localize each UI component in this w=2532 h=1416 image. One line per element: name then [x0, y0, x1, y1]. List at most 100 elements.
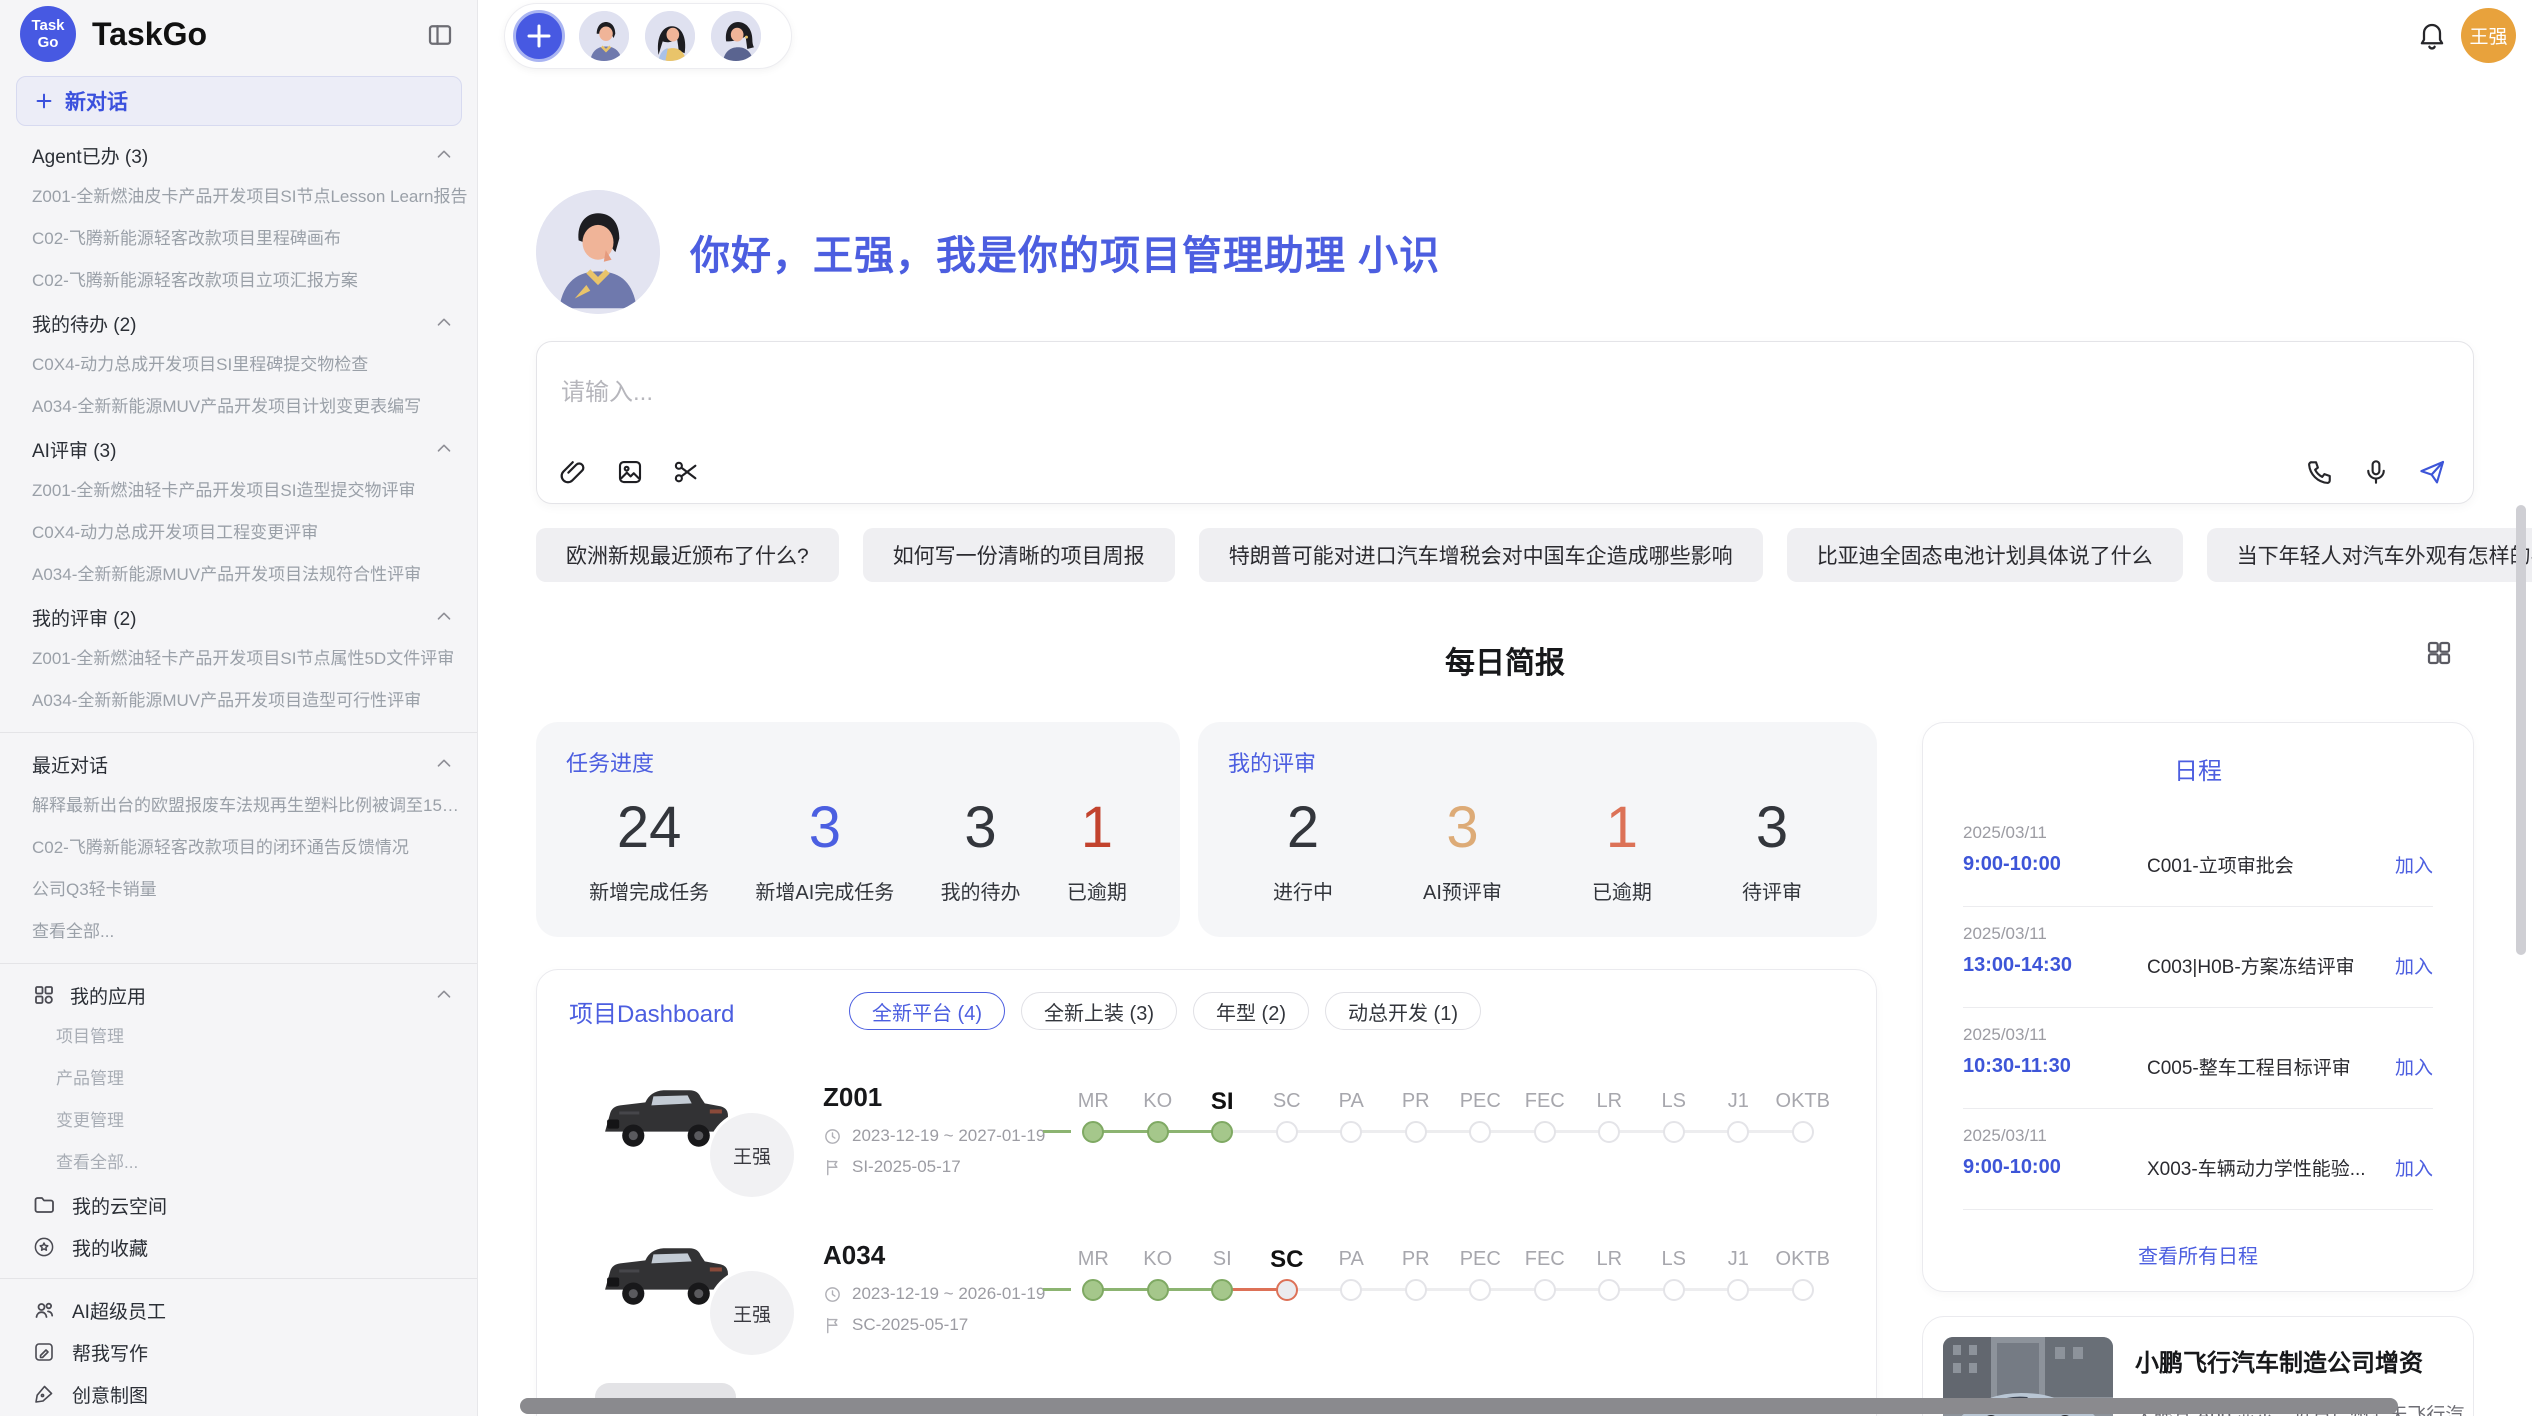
agent-avatar-3[interactable]	[709, 9, 763, 63]
dashboard-tab[interactable]: 全新上装 (3)	[1021, 992, 1177, 1030]
milestone-circle[interactable]	[1469, 1279, 1491, 1301]
milestone-circle[interactable]	[1663, 1279, 1685, 1301]
sidebar-link-star[interactable]: 我的收藏	[0, 1226, 477, 1268]
milestone-circle[interactable]	[1405, 1121, 1427, 1143]
milestone-circle[interactable]	[1534, 1279, 1556, 1301]
milestone-circle[interactable]	[1276, 1121, 1298, 1143]
milestone-circle[interactable]	[1663, 1121, 1685, 1143]
microphone-icon[interactable]	[2361, 457, 2391, 487]
milestone-circle[interactable]	[1211, 1121, 1233, 1143]
project-date-range: 2023-12-19 ~ 2026-01-19	[823, 1284, 1045, 1304]
milestone-circle[interactable]	[1598, 1279, 1620, 1301]
screenshot-icon[interactable]	[671, 457, 701, 487]
dashboard-tab[interactable]: 动总开发 (1)	[1325, 992, 1481, 1030]
event-join-link[interactable]: 加入	[2395, 1154, 2433, 1181]
send-icon[interactable]	[2417, 457, 2447, 487]
voice-call-icon[interactable]	[2305, 457, 2335, 487]
chevron-up-icon[interactable]	[433, 438, 455, 460]
attach-file-icon[interactable]	[559, 457, 589, 487]
sidebar-app-item[interactable]: 变更管理	[0, 1100, 477, 1142]
milestone-circle[interactable]	[1147, 1121, 1169, 1143]
suggestion-chip[interactable]: 当下年轻人对汽车外观有怎样的喜好趋势	[2207, 528, 2532, 582]
dashboard-tabs: 全新平台 (4) 全新上装 (3) 年型 (2) 动总开发 (1)	[849, 992, 1481, 1030]
chevron-up-icon[interactable]	[433, 753, 455, 775]
suggestion-chip[interactable]: 如何写一份清晰的项目周报	[863, 528, 1175, 582]
dashboard-tab[interactable]: 全新平台 (4)	[849, 992, 1005, 1030]
sidebar-item[interactable]: C02-飞腾新能源轻客改款项目的闭环通告反馈情况	[0, 827, 477, 869]
view-all-schedule-link[interactable]: 查看所有日程	[1923, 1240, 2473, 1269]
event-join-link[interactable]: 加入	[2395, 1053, 2433, 1080]
sidebar-tool-write[interactable]: 帮我写作	[0, 1331, 477, 1373]
sidebar-section-header[interactable]: 我的应用	[0, 974, 477, 1016]
plus-icon	[33, 90, 55, 112]
sidebar-section-header[interactable]: Agent已办 (3)	[0, 134, 477, 176]
sidebar-item[interactable]: A034-全新新能源MUV产品开发项目法规符合性评审	[0, 554, 477, 596]
chevron-up-icon[interactable]	[433, 984, 455, 1006]
add-agent-button[interactable]	[513, 10, 565, 62]
sidebar-app-item[interactable]: 查看全部...	[0, 1142, 477, 1184]
milestone-circle[interactable]	[1211, 1279, 1233, 1301]
attach-image-icon[interactable]	[615, 457, 645, 487]
milestone-circle[interactable]	[1405, 1279, 1427, 1301]
milestone-label: OKTB	[1771, 1059, 1836, 1121]
sidebar-tool-people[interactable]: AI超级员工	[0, 1289, 477, 1331]
sidebar-section-header[interactable]: 我的评审 (2)	[0, 596, 477, 638]
sidebar-item[interactable]: Z001-全新燃油轻卡产品开发项目SI节点属性5D文件评审	[0, 638, 477, 680]
milestone-circle[interactable]	[1598, 1121, 1620, 1143]
milestone-circle[interactable]	[1469, 1121, 1491, 1143]
sidebar-tool-pen[interactable]: 创意制图	[0, 1373, 477, 1415]
milestone-circle[interactable]	[1727, 1121, 1749, 1143]
event-join-link[interactable]: 加入	[2395, 851, 2433, 878]
sidebar-section-header[interactable]: 最近对话	[0, 743, 477, 785]
milestone-circle[interactable]	[1792, 1279, 1814, 1301]
chevron-up-icon[interactable]	[433, 144, 455, 166]
milestone-label: PR	[1384, 1217, 1449, 1279]
milestone-circle[interactable]	[1082, 1279, 1104, 1301]
event-time: 9:00-10:00	[1963, 853, 2147, 876]
milestone-circle[interactable]	[1082, 1121, 1104, 1143]
milestone-circle[interactable]	[1727, 1279, 1749, 1301]
sidebar-item[interactable]: C0X4-动力总成开发项目工程变更评审	[0, 512, 477, 554]
dashboard-tab[interactable]: 年型 (2)	[1193, 992, 1309, 1030]
event-main-row: 9:00-10:00X003-车辆动力学性能验...加入	[1963, 1149, 2433, 1185]
horizontal-scrollbar[interactable]	[520, 1398, 2398, 1414]
sidebar-item[interactable]: Z001-全新燃油皮卡产品开发项目SI节点Lesson Learn报告	[0, 176, 477, 218]
sidebar-section-header[interactable]: 我的待办 (2)	[0, 302, 477, 344]
sidebar-item[interactable]: 公司Q3轻卡销量	[0, 869, 477, 911]
chat-input-card[interactable]: 请输入...	[536, 341, 2474, 504]
milestone-circle[interactable]	[1147, 1279, 1169, 1301]
sidebar-item[interactable]: 查看全部...	[0, 911, 477, 953]
sidebar-app-item[interactable]: 项目管理	[0, 1016, 477, 1058]
collapse-sidebar-icon[interactable]	[425, 20, 455, 50]
notifications-bell-icon[interactable]	[2416, 19, 2448, 51]
milestone-circle[interactable]	[1792, 1121, 1814, 1143]
milestone-circle[interactable]	[1340, 1279, 1362, 1301]
suggestion-chip[interactable]: 欧洲新规最近颁布了什么?	[536, 528, 839, 582]
milestone-circle[interactable]	[1534, 1121, 1556, 1143]
suggestion-chip[interactable]: 比亚迪全固态电池计划具体说了什么	[1787, 528, 2183, 582]
vertical-scrollbar[interactable]	[2516, 505, 2526, 955]
sidebar-link-folder[interactable]: 我的云空间	[0, 1184, 477, 1226]
chevron-up-icon[interactable]	[433, 606, 455, 628]
layout-grid-icon[interactable]	[2424, 638, 2454, 668]
sidebar-item[interactable]: C02-飞腾新能源轻客改款项目立项汇报方案	[0, 260, 477, 302]
new-chat-button[interactable]: 新对话	[16, 76, 462, 126]
sidebar-item[interactable]: C0X4-动力总成开发项目SI里程碑提交物检查	[0, 344, 477, 386]
event-join-link[interactable]: 加入	[2395, 952, 2433, 979]
milestone-label: LS	[1642, 1217, 1707, 1279]
milestone-circle[interactable]	[1340, 1121, 1362, 1143]
sidebar-item[interactable]: A034-全新新能源MUV产品开发项目计划变更表编写	[0, 386, 477, 428]
sidebar-item[interactable]: A034-全新新能源MUV产品开发项目造型可行性评审	[0, 680, 477, 722]
sidebar-app-item[interactable]: 产品管理	[0, 1058, 477, 1100]
suggestion-chip[interactable]: 特朗普可能对进口汽车增税会对中国车企造成哪些影响	[1199, 528, 1763, 582]
sidebar-section-header[interactable]: AI评审 (3)	[0, 428, 477, 470]
stat-card-title: 我的评审	[1228, 746, 1847, 778]
sidebar-item[interactable]: 解释最新出台的欧盟报废车法规再生塑料比例被调至15%...	[0, 785, 477, 827]
agent-avatar-1[interactable]	[577, 9, 631, 63]
user-avatar[interactable]: 王强	[2461, 8, 2516, 63]
chevron-up-icon[interactable]	[433, 312, 455, 334]
agent-avatar-2[interactable]	[643, 9, 697, 63]
sidebar-item[interactable]: C02-飞腾新能源轻客改款项目里程碑画布	[0, 218, 477, 260]
sidebar-item[interactable]: Z001-全新燃油轻卡产品开发项目SI造型提交物评审	[0, 470, 477, 512]
milestone-circle[interactable]	[1276, 1279, 1298, 1301]
